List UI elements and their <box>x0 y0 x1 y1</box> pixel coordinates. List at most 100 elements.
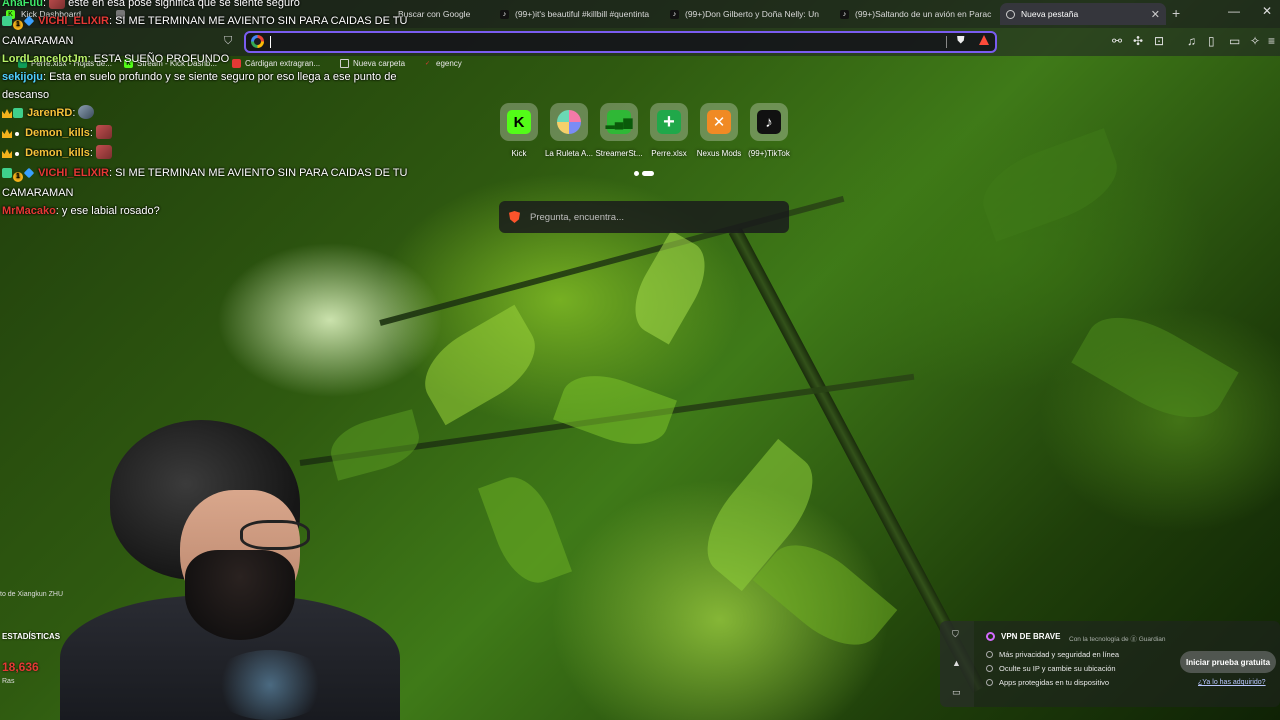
vpn-feature: Más privacidad y seguridad en línea <box>986 650 1119 659</box>
photo-credit[interactable]: to de Xiangkun ZHU <box>0 591 63 598</box>
streamer-glasses <box>240 520 310 550</box>
stats-title: ESTADÍSTICAS <box>2 632 61 641</box>
chat-badges: 1 <box>2 14 35 32</box>
screenshot-icon[interactable]: ⊡ <box>1154 34 1164 48</box>
dot-badge-icon <box>15 152 19 156</box>
device-icon[interactable]: ▭ <box>952 687 961 698</box>
tab-label: Nueva pestaña <box>1021 9 1079 19</box>
already-purchased-link[interactable]: ¿Ya lo has adquirido? <box>1198 679 1266 686</box>
leaf-shape <box>1071 297 1239 438</box>
chat-username: LordLancelotJm <box>2 53 88 65</box>
leaf-shape <box>553 362 677 458</box>
search-input[interactable] <box>530 211 770 223</box>
tab-tiktok-killbill[interactable]: ♪ (99+)it's beautiful #killbill #quentin… <box>494 3 664 25</box>
tab-nueva-pestana[interactable]: Nueva pestaña ✕ <box>1000 3 1166 25</box>
tier-badge-icon: 1 <box>13 20 23 30</box>
check-icon <box>986 679 993 686</box>
vpn-feature-text: Más privacidad y seguridad en línea <box>999 650 1120 659</box>
tier-badge-icon: 1 <box>13 172 23 182</box>
vpn-side-rail: ⛉ ▲ ▭ <box>940 621 974 707</box>
page-dot-active[interactable] <box>642 171 654 176</box>
sync-icon[interactable]: ⚯ <box>1112 34 1122 48</box>
shortcut-kick[interactable]: K <box>500 103 538 141</box>
emote-icon <box>49 0 66 9</box>
brave-rewards-icon[interactable] <box>979 35 989 45</box>
chat-text: y ese labial rosado? <box>61 205 160 217</box>
shortcut-perre-xlsx[interactable]: + <box>650 103 688 141</box>
kick-icon: K <box>507 110 531 134</box>
leo-ai-icon[interactable]: ✧ <box>1250 34 1260 48</box>
chat-text: este en esa pose significa que se siente… <box>68 0 300 9</box>
leaf-shape <box>972 128 1128 242</box>
chat-username: JarenRD <box>27 107 73 119</box>
chat-username: MrMacako <box>2 205 56 217</box>
shirt-print <box>210 650 330 720</box>
close-tab-icon[interactable]: ✕ <box>1151 8 1160 21</box>
vpn-title: VPN DE BRAVE <box>1001 632 1061 641</box>
crown-badge-icon <box>2 149 12 158</box>
new-tab-button[interactable]: + <box>1172 5 1180 21</box>
webcam-streamer <box>60 420 420 720</box>
crown-badge-icon <box>2 109 12 118</box>
sidebar-icon[interactable]: ▯ <box>1208 34 1215 48</box>
shortcut-tiktok[interactable]: ♪ <box>750 103 788 141</box>
stats-value: 18,636 <box>2 660 39 674</box>
tab-tiktok-avion[interactable]: ♪ (99+)Saltando de un avión en Parac <box>834 3 1000 25</box>
shield-icon[interactable]: ⛉ <box>952 629 959 640</box>
page-dot[interactable] <box>634 171 639 176</box>
check-icon <box>986 651 993 658</box>
shortcut-nexus-mods[interactable]: ✕ <box>700 103 738 141</box>
streamer-beard <box>185 550 295 640</box>
check-icon <box>986 665 993 672</box>
media-icon[interactable]: ♫ <box>1187 34 1196 48</box>
tab-label: (99+)Saltando de un avión en Parac <box>855 9 992 19</box>
chat-message: MrMacako: y ese labial rosado? <box>2 205 160 217</box>
chat-text: Esta en suelo profundo y se siente segur… <box>2 71 397 101</box>
gem-badge-icon <box>23 167 35 179</box>
shortcut-label: (99+)TikTok <box>748 149 790 158</box>
chat-badges <box>2 106 24 124</box>
vpn-feature: Oculte su IP y cambie su ubicación <box>986 664 1116 673</box>
plus-icon: + <box>657 110 681 134</box>
chat-username: Demon_kills <box>25 147 90 159</box>
chat-text: ESTA SUEÑO PROFUNDO <box>93 53 230 65</box>
tab-tiktok-gilberto[interactable]: ♪ (99+)Don Gilberto y Doña Nelly: Un <box>664 3 834 25</box>
chat-badges <box>2 146 22 164</box>
tiktok-icon: ♪ <box>840 9 849 19</box>
stream-chat-overlay: AnaFuu: este en esa pose significa que s… <box>2 0 432 220</box>
start-trial-button[interactable]: Iniciar prueba gratuita <box>1180 651 1277 673</box>
extensions-icon[interactable]: ✣ <box>1133 34 1143 48</box>
close-window-button[interactable]: ✕ <box>1262 4 1272 18</box>
tiktok-icon: ♪ <box>670 9 679 19</box>
brave-search-box[interactable] <box>499 201 789 233</box>
chat-message: Demon_kills: <box>2 144 432 164</box>
shortcut-streamerstats[interactable]: ▂▄▆ <box>600 103 638 141</box>
vpn-logo-icon <box>986 632 995 641</box>
tab-label: (99+)it's beautiful #killbill #quentinta <box>515 9 650 19</box>
dot-badge-icon <box>15 132 19 136</box>
shortcut-la-ruleta[interactable] <box>550 103 588 141</box>
wallet-icon[interactable]: ▭ <box>1229 34 1240 48</box>
chat-username: Demon_kills <box>25 127 90 139</box>
chat-message: AnaFuu: este en esa pose significa que s… <box>2 0 432 12</box>
emote-icon <box>78 105 95 119</box>
bookmark-label: egency <box>436 59 462 68</box>
vpn-promo-card: VPN DE BRAVE Con la tecnología de ⓖ Guar… <box>974 621 1280 707</box>
chat-username: sekijoju <box>2 71 43 83</box>
minimize-button[interactable]: — <box>1228 4 1240 18</box>
vpn-feature: Apps protegidas en tu dispositivo <box>986 678 1109 687</box>
chat-message: JarenRD: <box>2 104 432 124</box>
tiktok-icon: ♪ <box>500 9 509 19</box>
stats-bars-icon: ▂▄▆ <box>606 110 632 134</box>
gift-badge-icon <box>2 168 12 178</box>
warning-icon[interactable]: ▲ <box>952 658 961 668</box>
wheel-icon <box>557 110 581 134</box>
page-indicator[interactable] <box>634 171 654 176</box>
brave-shields-icon[interactable]: ⛊ <box>957 35 965 46</box>
chat-message: 1 VICHI_ELIXIR: SI ME TERMINAN ME AVIENT… <box>2 167 408 199</box>
tab-label: (99+)Don Gilberto y Doña Nelly: Un <box>685 9 819 19</box>
stats-subtext: Ras <box>2 678 15 685</box>
emote-icon <box>96 125 112 139</box>
menu-icon[interactable]: ≡ <box>1268 34 1275 48</box>
vpn-feature-text: Oculte su IP y cambie su ubicación <box>999 664 1116 673</box>
